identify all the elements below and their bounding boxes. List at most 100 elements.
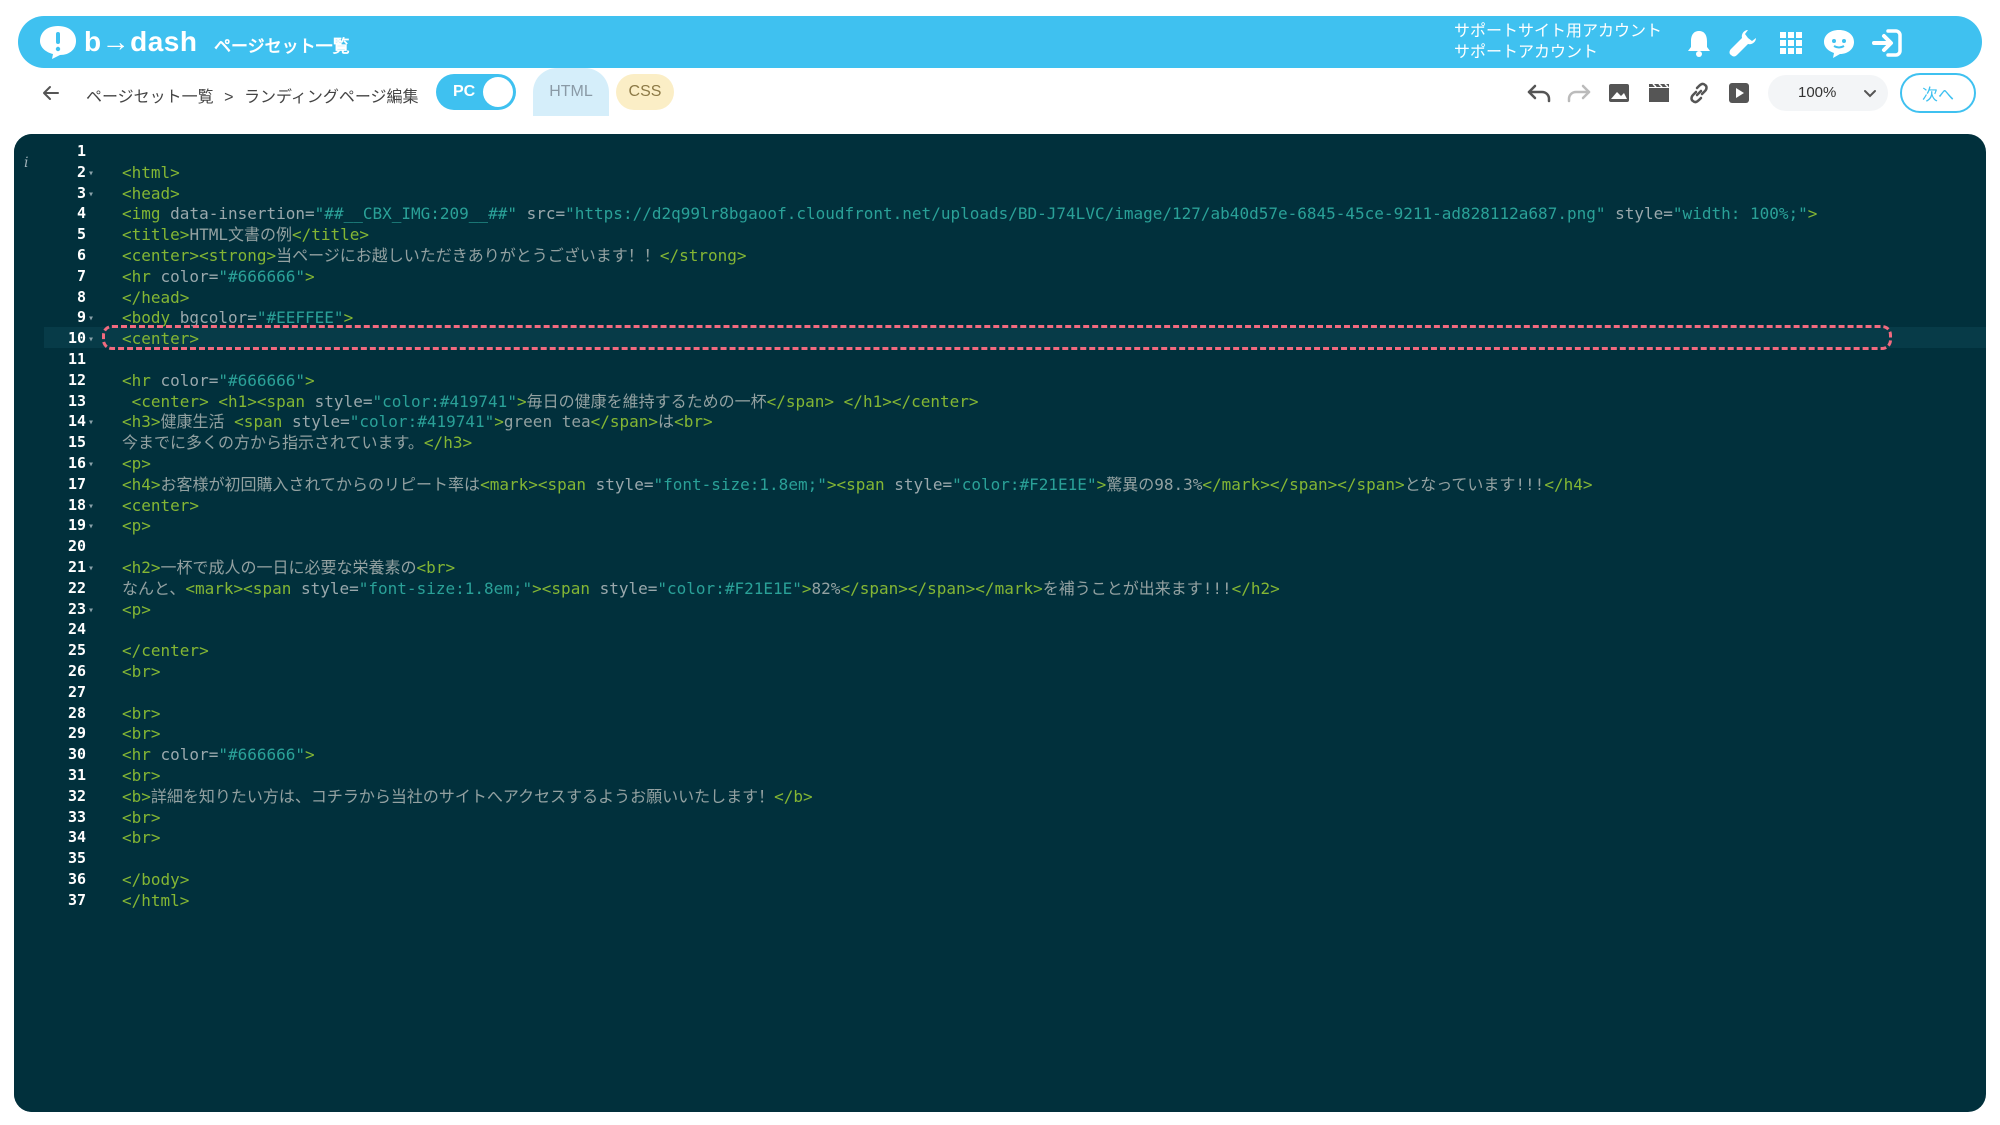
chevron-down-icon (1864, 90, 1876, 98)
code-line[interactable]: 9 ▾ <body bgcolor="#EEFFEE"> (14, 307, 1986, 328)
code-line[interactable]: 18 ▾ <center> (14, 495, 1986, 516)
code-line[interactable]: 32 <b>詳細を知りたい方は、コチラから当社のサイトへアクセスするようお願いいた… (14, 786, 1986, 807)
breadcrumb-page-set-list[interactable]: ページセット一覧 (86, 89, 214, 106)
fold-toggle-icon[interactable]: ▾ (88, 454, 94, 475)
code-line[interactable]: 3 ▾ <head> (14, 183, 1986, 204)
back-arrow-icon[interactable] (40, 82, 62, 104)
code-line[interactable]: 37 </html> (14, 890, 1986, 911)
tab-html[interactable]: HTML (533, 68, 609, 116)
code-line[interactable]: 1 (14, 141, 1986, 162)
code-token: style= (300, 578, 359, 598)
undo-icon[interactable] (1526, 80, 1552, 106)
line-number: 5 (76, 225, 86, 244)
code-line[interactable]: 33 <br> (14, 807, 1986, 828)
code-token: <p> (122, 454, 151, 473)
code-line[interactable]: 19 ▾ <p> (14, 515, 1986, 536)
code-line[interactable]: 26 <br> (14, 661, 1986, 682)
code-token: <br> (122, 828, 161, 848)
fold-toggle-icon[interactable]: ▾ (88, 163, 94, 184)
code-line[interactable]: 11 (14, 349, 1986, 370)
image-icon[interactable] (1606, 80, 1632, 106)
wrench-icon[interactable] (1726, 26, 1760, 60)
play-icon[interactable] (1726, 80, 1752, 106)
code-text: </body> (122, 869, 189, 890)
code-line[interactable]: 6 <center><strong>当ページにお越しいただきありがとうございます！… (14, 245, 1986, 266)
code-token: </h2> (1231, 578, 1280, 598)
video-icon[interactable] (1646, 80, 1672, 106)
link-icon[interactable] (1686, 80, 1712, 106)
code-line[interactable]: 34 <br> (14, 827, 1986, 848)
breadcrumb-landing-page-edit: ランディングページ編集 (243, 89, 419, 106)
code-line[interactable]: 5 <title>HTML文書の例</title> (14, 224, 1986, 245)
code-line[interactable]: 7 <hr color="#666666"> (14, 266, 1986, 287)
page-title[interactable]: ページセット一覧 (214, 32, 350, 57)
code-line[interactable]: 17 <h4>お客様が初回購入されてからのリピート率は<mark><span st… (14, 474, 1986, 495)
zoom-value: 100% (1798, 84, 1837, 101)
code-line[interactable]: 8 </head> (14, 287, 1986, 308)
code-token: style= (291, 412, 350, 432)
code-line[interactable]: 23 ▾ <p> (14, 599, 1986, 620)
code-token: <hr (122, 266, 161, 286)
code-token: > (516, 391, 527, 411)
code-text: <hr color="#666666"> (122, 266, 315, 287)
fold-toggle-icon[interactable]: ▾ (88, 558, 94, 579)
device-toggle[interactable]: PC (436, 74, 516, 110)
grid-icon[interactable] (1774, 26, 1808, 60)
code-token: は (658, 412, 675, 432)
code-token: color= (160, 745, 219, 765)
account-info[interactable]: サポートサイト用アカウント サポートアカウント (1454, 21, 1662, 63)
editor-toolbar: ページセット一覧 > ランディングページ編集 PC HTML CSS 100% … (18, 68, 1982, 116)
code-text: <title>HTML文書の例</title> (122, 224, 369, 245)
next-button[interactable]: 次へ (1900, 73, 1976, 113)
code-line[interactable]: 21 ▾ <h2>一杯で成人の一日に必要な栄養素の<br> (14, 557, 1986, 578)
line-number: 17 (67, 474, 86, 493)
code-line[interactable]: 25 </center> (14, 640, 1986, 661)
fold-toggle-icon[interactable]: ▾ (88, 308, 94, 329)
code-token: </title> (291, 225, 370, 245)
code-token: style= (314, 391, 373, 411)
code-line[interactable]: 16 ▾ <p> (14, 453, 1986, 474)
zoom-select[interactable]: 100% (1768, 75, 1888, 111)
code-line[interactable]: 14 ▾ <h3>健康生活 <span style="color:#419741">… (14, 411, 1986, 432)
code-token: <html> (122, 162, 180, 182)
code-editor[interactable]: i 1 2 ▾ <html> 3 ▾ <head> 4 <img data-insertion=… (14, 134, 1986, 1112)
code-line[interactable]: 12 <hr color="#666666"> (14, 370, 1986, 391)
code-token: 詳細を知りたい方は、コチラから当社のサイトへアクセスするようお願いいたします！ (150, 786, 775, 806)
bell-icon[interactable] (1682, 26, 1716, 60)
fold-toggle-icon[interactable]: ▾ (88, 516, 94, 537)
code-line[interactable]: 2 ▾ <html> (14, 162, 1986, 183)
code-line[interactable]: 36 </body> (14, 869, 1986, 890)
code-token: color= (160, 370, 219, 390)
chat-face-icon[interactable] (1822, 26, 1856, 60)
account-name: サポートサイト用アカウント (1454, 23, 1663, 40)
code-line[interactable]: 22 なんと、<mark><span style="font-size:1.8em… (14, 578, 1986, 599)
line-number: 16 (67, 454, 86, 472)
code-line[interactable]: 24 (14, 619, 1986, 640)
code-line[interactable]: 10 ▾ <center> (14, 328, 1986, 349)
fold-toggle-icon[interactable]: ▾ (88, 600, 94, 621)
fold-toggle-icon[interactable]: ▾ (88, 184, 94, 205)
code-line[interactable]: 29 <br> (14, 723, 1986, 744)
logout-icon[interactable] (1870, 26, 1904, 60)
redo-icon[interactable] (1566, 80, 1592, 106)
fold-toggle-icon[interactable]: ▾ (88, 412, 94, 433)
code-line[interactable]: 4 <img data-insertion="##__CBX_IMG:209__#… (14, 203, 1986, 224)
tab-css[interactable]: CSS (616, 74, 674, 110)
code-line[interactable]: 13 <center> <h1><span style="color:#4197… (14, 391, 1986, 412)
code-line[interactable]: 31 <br> (14, 765, 1986, 786)
code-line[interactable]: 27 (14, 682, 1986, 703)
code-token: > (1807, 204, 1818, 224)
code-text: </center> (122, 640, 209, 661)
app-logo[interactable]: b→dash (38, 23, 197, 61)
code-text: <br> (122, 765, 161, 786)
code-token: お客様が初回購入されてからのリピート率は (160, 474, 481, 494)
fold-toggle-icon[interactable]: ▾ (88, 496, 94, 517)
code-token: 毎日の健康を維持するための一杯 (526, 391, 767, 411)
code-token: </html> (122, 890, 190, 910)
code-line[interactable]: 28 <br> (14, 703, 1986, 724)
fold-toggle-icon[interactable]: ▾ (88, 329, 94, 350)
code-line[interactable]: 35 (14, 848, 1986, 869)
code-line[interactable]: 20 (14, 536, 1986, 557)
code-line[interactable]: 15 今までに多くの方から指示されています。</h3> (14, 432, 1986, 453)
code-line[interactable]: 30 <hr color="#666666"> (14, 744, 1986, 765)
